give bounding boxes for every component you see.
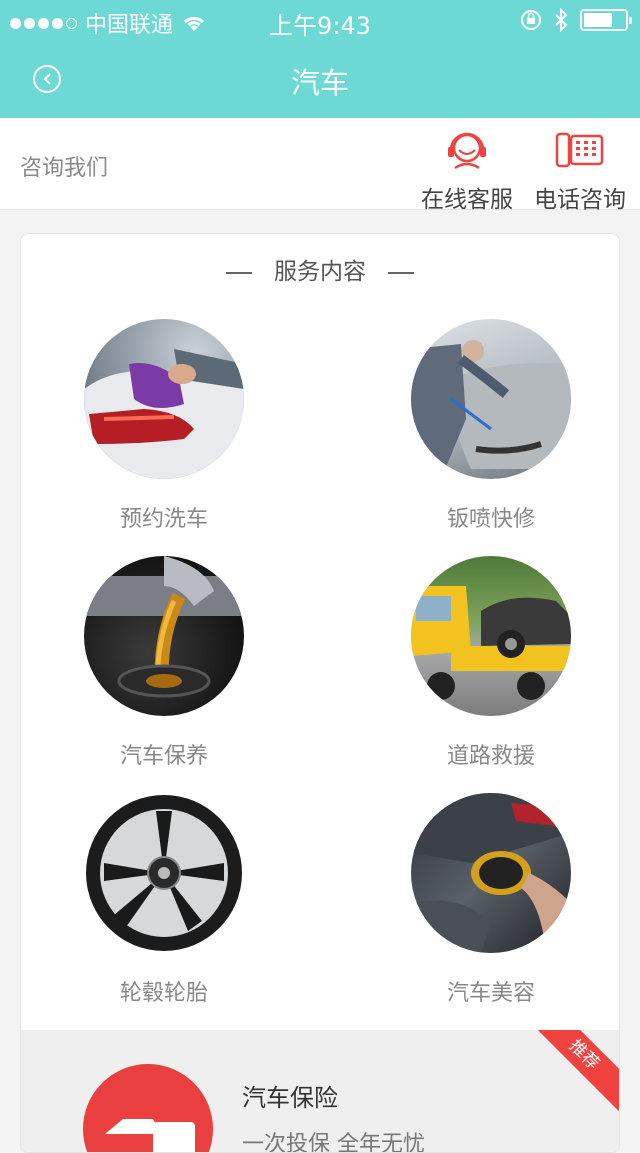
customer-service-icon <box>448 132 486 170</box>
service-wheels-tires[interactable]: 轮毂轮胎 <box>64 793 264 1007</box>
service-car-beauty[interactable]: 汽车美容 <box>391 793 591 1007</box>
car-beauty-image <box>411 793 571 953</box>
page-title: 汽车 <box>290 66 349 100</box>
service-label: 钣喷快修 <box>446 507 535 532</box>
status-bar: 中国联通 上午9:43 <box>0 0 640 40</box>
service-label: 汽车美容 <box>446 981 535 1006</box>
nav-bar: 汽车 <box>0 40 640 118</box>
recommend-badge: 推荐 <box>523 1030 619 1116</box>
maintenance-image <box>84 556 244 716</box>
phone-icon <box>555 132 604 168</box>
battery-icon <box>580 9 632 31</box>
consult-label: 咨询我们 <box>20 156 109 181</box>
insurance-icon <box>83 1064 213 1152</box>
service-label: 轮毂轮胎 <box>119 981 208 1006</box>
consult-bar: 咨询我们 在线客服 电话咨询 <box>0 118 640 213</box>
car-wash-image <box>84 319 244 479</box>
section-title: 服务内容 <box>21 252 619 286</box>
service-road-rescue[interactable]: 道路救援 <box>391 556 591 770</box>
body-repair-image <box>411 319 571 479</box>
phone-consult-label: 电话咨询 <box>534 187 626 213</box>
insurance-subtitle: 一次投保 全年无忧 <box>242 1132 425 1153</box>
insurance-promo[interactable]: 汽车保险 一次投保 全年无忧 推荐 <box>21 1030 619 1153</box>
service-car-wash[interactable]: 预约洗车 <box>64 319 264 533</box>
rotation-lock-icon <box>521 10 541 30</box>
road-rescue-image <box>411 556 571 716</box>
phone-consult-button[interactable]: 电话咨询 <box>525 126 635 214</box>
online-service-button[interactable]: 在线客服 <box>412 126 522 214</box>
service-label: 汽车保养 <box>119 744 208 769</box>
wheels-tires-image <box>84 793 244 953</box>
insurance-title: 汽车保险 <box>242 1084 338 1112</box>
service-body-repair[interactable]: 钣喷快修 <box>391 319 591 533</box>
service-label: 道路救援 <box>446 744 535 769</box>
service-label: 预约洗车 <box>119 507 208 532</box>
online-service-label: 在线客服 <box>421 187 513 213</box>
bluetooth-icon <box>555 8 568 32</box>
services-card: 服务内容 预约洗车 钣喷快修 汽车保养 道路救援 轮毂轮胎 汽车美容 汽车保险 … <box>20 233 620 1153</box>
service-maintenance[interactable]: 汽车保养 <box>64 556 264 770</box>
